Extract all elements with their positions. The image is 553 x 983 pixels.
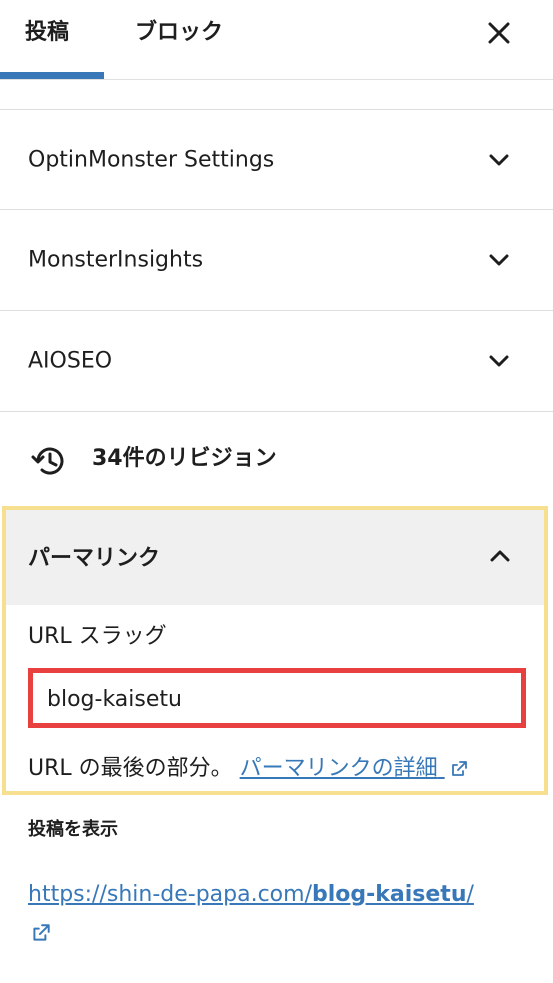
- tab-block[interactable]: ブロック: [135, 0, 223, 80]
- panel-title: MonsterInsights: [28, 247, 204, 272]
- sidebar-tabs: 投稿 ブロック: [0, 0, 553, 80]
- panel-monsterinsights[interactable]: MonsterInsights: [0, 210, 553, 309]
- external-link-icon[interactable]: [30, 922, 52, 944]
- revisions-label: 34件のリビジョン: [92, 446, 277, 471]
- post-url-base: https://shin-de-papa.com/: [28, 882, 312, 907]
- close-icon[interactable]: [484, 18, 514, 48]
- view-post-heading: 投稿を表示: [28, 819, 118, 840]
- history-icon: [31, 447, 64, 475]
- panel-aioseo[interactable]: AIOSEO: [0, 311, 553, 410]
- active-tab-indicator: [0, 72, 104, 79]
- revisions-link[interactable]: 34件のリビジョン: [0, 412, 553, 504]
- chevron-down-icon: [489, 355, 509, 366]
- post-url-link[interactable]: https://shin-de-papa.com/blog-kaisetu/: [28, 880, 528, 910]
- permalink-highlight-box: [2, 506, 548, 795]
- tab-post[interactable]: 投稿: [25, 0, 69, 80]
- panel-title: OptinMonster Settings: [28, 147, 275, 172]
- panel-optinmonster-settings[interactable]: OptinMonster Settings: [0, 110, 553, 209]
- post-url-slug: blog-kaisetu: [311, 882, 467, 907]
- post-url-trail: /: [466, 882, 474, 907]
- panel-title: AIOSEO: [28, 348, 113, 373]
- chevron-down-icon: [489, 254, 509, 265]
- chevron-down-icon: [489, 154, 509, 165]
